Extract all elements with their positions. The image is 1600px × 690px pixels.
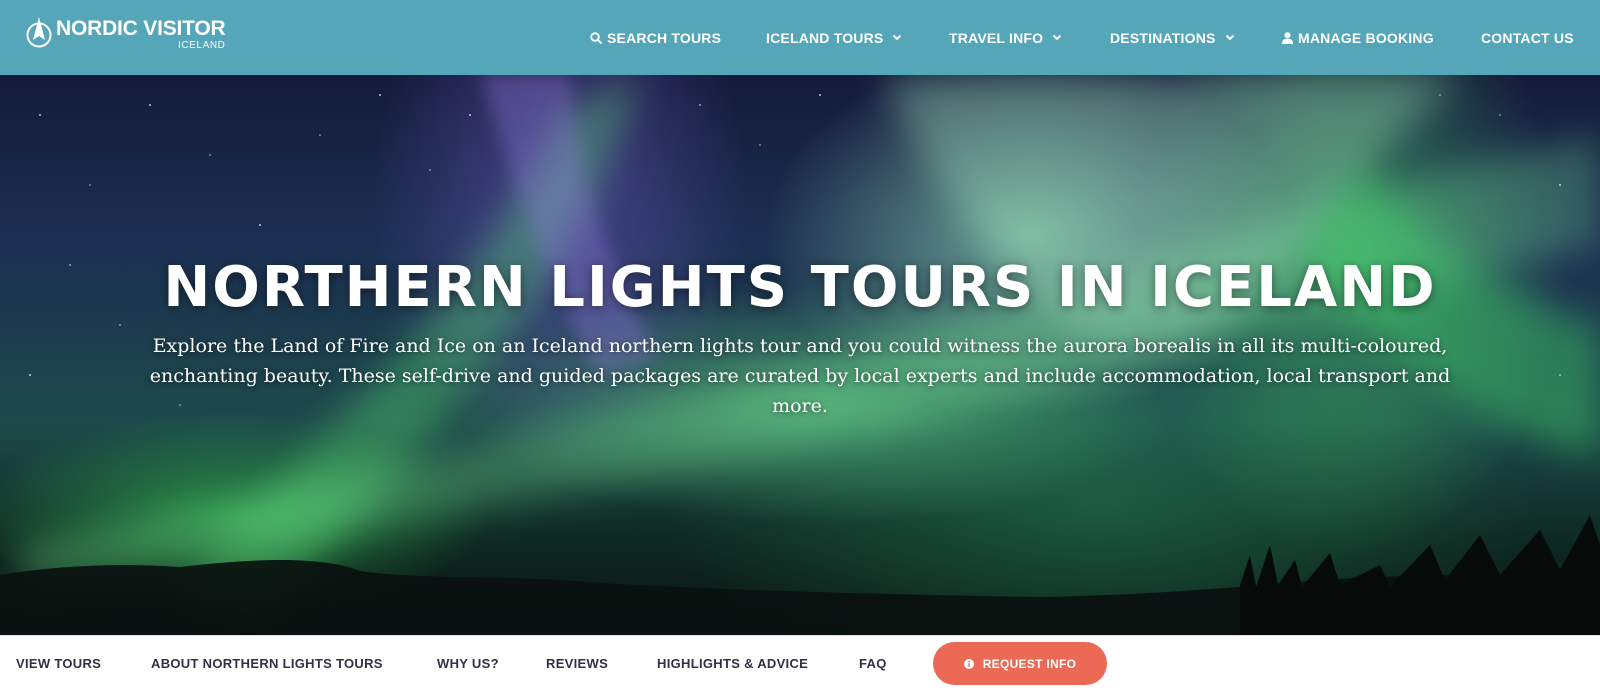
- hero-banner: NORTHERN LIGHTS TOURS IN ICELAND Explore…: [0, 75, 1600, 635]
- nav-iceland-tours[interactable]: ICELAND TOURS: [766, 0, 902, 75]
- compass-logo-icon: [26, 17, 52, 48]
- brand-wordmark: NORDIC VISITOR ICELAND: [56, 16, 226, 51]
- subnav-reviews[interactable]: REVIEWS: [546, 636, 608, 690]
- brand-subtitle: ICELAND: [177, 40, 226, 51]
- nav-contact-us[interactable]: CONTACT US: [1481, 0, 1574, 75]
- brand-logo[interactable]: NORDIC VISITOR ICELAND: [26, 16, 226, 58]
- nav-search-tours[interactable]: SEARCH TOURS: [590, 0, 721, 75]
- nav-manage-booking-label: MANAGE BOOKING: [1298, 29, 1434, 46]
- request-info-button[interactable]: REQUEST INFO: [933, 642, 1107, 685]
- nav-iceland-tours-label: ICELAND TOURS: [766, 29, 884, 46]
- nav-search-tours-label: SEARCH TOURS: [607, 29, 722, 46]
- subnav-highlights-advice[interactable]: HIGHLIGHTS & ADVICE: [657, 636, 808, 690]
- subnav-view-tours[interactable]: VIEW TOURS: [16, 636, 101, 690]
- subnav-about-northern-lights-tours[interactable]: ABOUT NORTHERN LIGHTS TOURS: [151, 636, 383, 690]
- subnav-faq[interactable]: FAQ: [859, 636, 887, 690]
- nav-travel-info-label: TRAVEL INFO: [949, 29, 1044, 46]
- nav-destinations[interactable]: DESTINATIONS: [1110, 0, 1235, 75]
- info-icon: [963, 658, 974, 669]
- chevron-down-icon: [892, 34, 902, 41]
- nav-contact-us-label: CONTACT US: [1481, 29, 1574, 46]
- request-info-label: REQUEST INFO: [982, 656, 1077, 671]
- nav-manage-booking[interactable]: MANAGE BOOKING: [1282, 0, 1434, 75]
- section-navigation: VIEW TOURS ABOUT NORTHERN LIGHTS TOURS W…: [0, 635, 1600, 690]
- page-title: NORTHERN LIGHTS TOURS IN ICELAND: [163, 255, 1437, 320]
- subnav-why-us[interactable]: WHY US?: [437, 636, 499, 690]
- nav-destinations-label: DESTINATIONS: [1110, 29, 1216, 46]
- user-icon: [1282, 31, 1293, 44]
- chevron-down-icon: [1225, 34, 1235, 41]
- search-icon: [590, 31, 602, 44]
- top-navigation-bar: NORDIC VISITOR ICELAND SEARCH TOURS ICEL…: [0, 0, 1600, 75]
- hero-description: Explore the Land of Fire and Ice on an I…: [149, 335, 1451, 417]
- nav-travel-info[interactable]: TRAVEL INFO: [949, 0, 1062, 75]
- chevron-down-icon: [1052, 34, 1062, 41]
- brand-name: NORDIC VISITOR: [56, 17, 226, 40]
